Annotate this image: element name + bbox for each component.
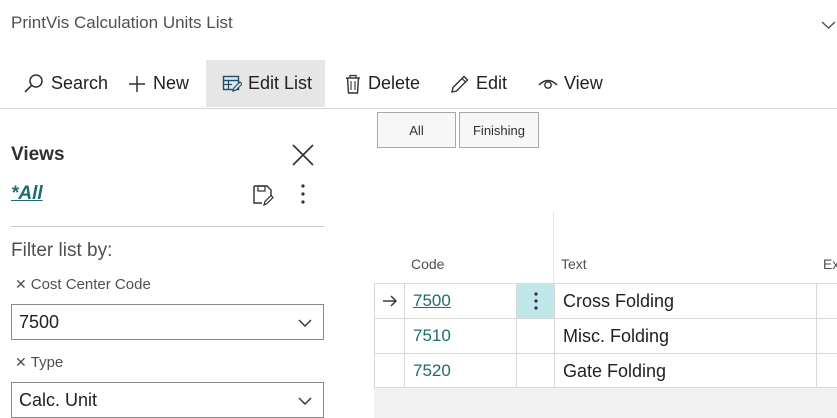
filter-label-type: ✕ Type bbox=[15, 354, 63, 371]
row-indicator bbox=[375, 354, 405, 388]
remove-filter-icon[interactable]: ✕ bbox=[15, 276, 27, 293]
edit-list-label: Edit List bbox=[248, 73, 313, 93]
remove-filter-icon[interactable]: ✕ bbox=[15, 354, 27, 371]
code-link[interactable]: 7500 bbox=[413, 291, 451, 311]
close-icon[interactable] bbox=[289, 141, 317, 169]
filter-heading: Filter list by: bbox=[11, 240, 113, 261]
arrow-right-icon bbox=[382, 295, 397, 307]
edit-button[interactable]: Edit bbox=[438, 60, 519, 107]
row-indicator bbox=[375, 319, 405, 353]
text-cell[interactable]: Cross Folding bbox=[555, 284, 817, 318]
edit-list-icon bbox=[222, 75, 242, 92]
text-cell[interactable]: Gate Folding bbox=[555, 354, 817, 388]
view-all-link[interactable]: *All bbox=[11, 183, 43, 205]
list-area: All Finishing Code Text Ex 7500 Cross Fo… bbox=[335, 110, 837, 418]
new-button[interactable]: New bbox=[115, 60, 201, 107]
chevron-down-icon[interactable] bbox=[820, 16, 837, 33]
search-label: Search bbox=[51, 73, 109, 93]
code-cell[interactable]: 7520 bbox=[405, 354, 517, 388]
rows-bottom-border bbox=[374, 387, 837, 388]
view-button[interactable]: View bbox=[526, 60, 615, 107]
cost-center-code-filter[interactable]: 7500 bbox=[11, 304, 324, 340]
more-options-icon bbox=[533, 292, 538, 310]
filter-value: Calc. Unit bbox=[19, 389, 98, 410]
grid-footer bbox=[374, 388, 837, 418]
code-cell[interactable]: 7500 bbox=[405, 284, 517, 318]
code-cell[interactable]: 7510 bbox=[405, 319, 517, 353]
filter-label-text: Type bbox=[30, 354, 64, 371]
row-indicator bbox=[375, 284, 405, 318]
chevron-down-icon bbox=[298, 319, 312, 327]
row-menu-button[interactable] bbox=[517, 354, 555, 388]
table-row[interactable]: 7500 Cross Folding bbox=[374, 283, 837, 318]
save-view-icon[interactable] bbox=[252, 184, 274, 206]
tab-all[interactable]: All bbox=[377, 112, 456, 148]
divider bbox=[11, 226, 324, 227]
page-title: PrintVis Calculation Units List bbox=[11, 13, 233, 32]
code-link[interactable]: 7520 bbox=[413, 361, 451, 381]
views-pane: Views *All Filter list by: ✕ Cost Center… bbox=[0, 110, 335, 418]
edit-list-button[interactable]: Edit List bbox=[206, 60, 325, 107]
filter-value: 7500 bbox=[19, 311, 60, 332]
view-label: View bbox=[564, 73, 603, 93]
title-bar: PrintVis Calculation Units List bbox=[0, 0, 837, 50]
filter-label-cost-center: ✕ Cost Center Code bbox=[15, 276, 151, 293]
delete-button[interactable]: Delete bbox=[332, 60, 432, 107]
column-separator bbox=[553, 212, 554, 284]
column-header-text[interactable]: Text bbox=[561, 256, 587, 272]
plus-icon bbox=[129, 75, 145, 92]
text-cell[interactable]: Misc. Folding bbox=[555, 319, 817, 353]
eye-icon bbox=[538, 79, 558, 89]
type-filter[interactable]: Calc. Unit bbox=[11, 382, 324, 418]
column-header-code[interactable]: Code bbox=[411, 256, 444, 272]
trash-icon bbox=[346, 74, 360, 94]
column-header-extra[interactable]: Ex bbox=[823, 256, 837, 272]
delete-label: Delete bbox=[368, 73, 421, 93]
edit-label: Edit bbox=[476, 73, 508, 93]
more-options-icon[interactable] bbox=[293, 182, 313, 206]
tab-finishing[interactable]: Finishing bbox=[459, 112, 539, 148]
table-row[interactable]: 7520 Gate Folding bbox=[374, 353, 837, 388]
action-bar: Search New Edit List Delete Edit View bbox=[0, 60, 837, 109]
chevron-down-icon bbox=[298, 397, 312, 405]
new-label: New bbox=[153, 73, 190, 93]
row-menu-button[interactable] bbox=[517, 284, 555, 318]
code-link[interactable]: 7510 bbox=[413, 326, 451, 346]
row-menu-button[interactable] bbox=[517, 319, 555, 353]
filter-label-text: Cost Center Code bbox=[30, 276, 151, 293]
search-icon bbox=[24, 73, 43, 93]
search-button[interactable]: Search bbox=[11, 60, 120, 107]
pencil-icon bbox=[451, 75, 469, 93]
views-heading: Views bbox=[11, 144, 65, 165]
table-row[interactable]: 7510 Misc. Folding bbox=[374, 318, 837, 353]
